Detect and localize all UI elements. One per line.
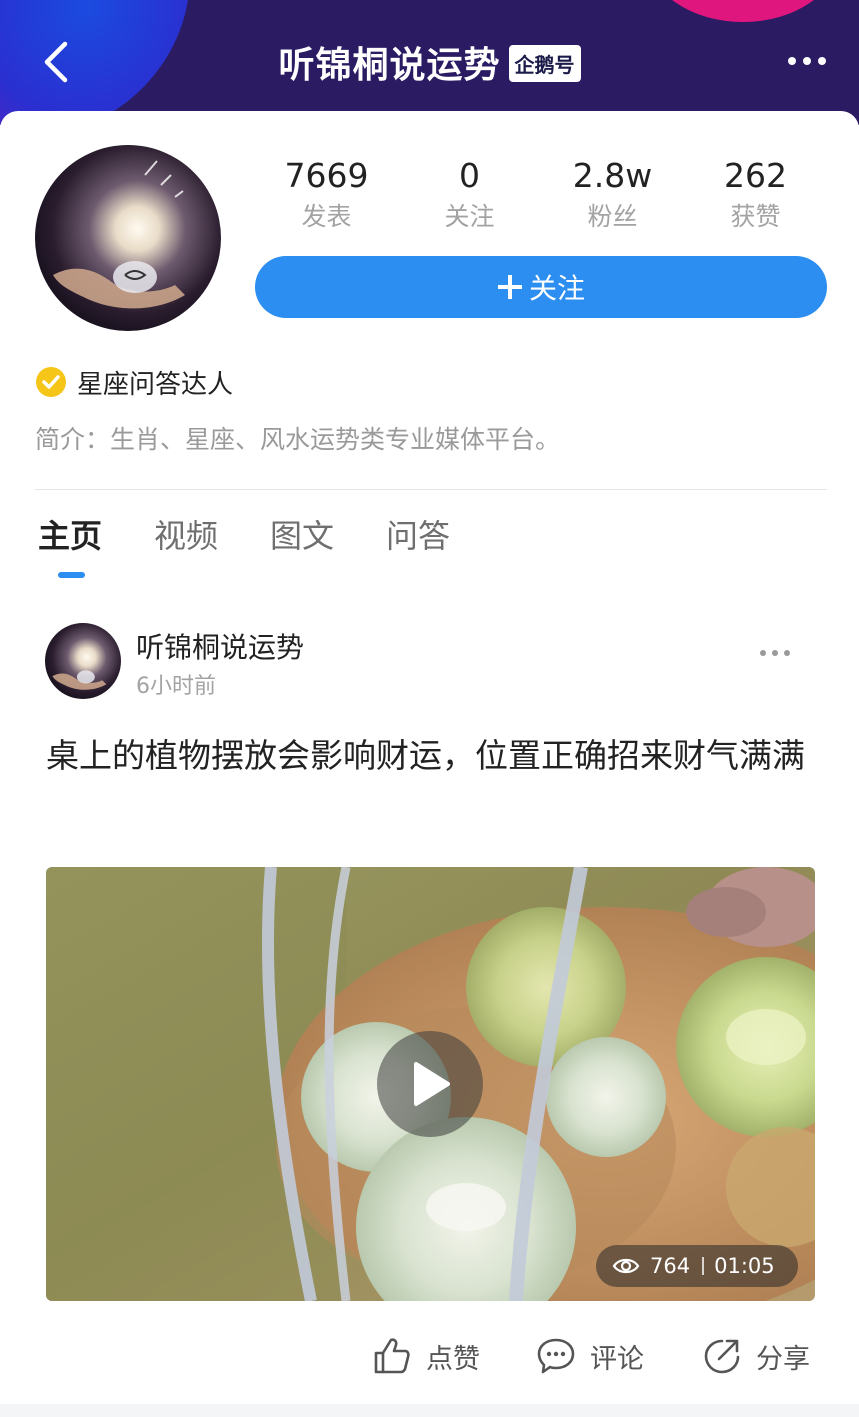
avatar-image <box>35 145 221 331</box>
bottom-strip <box>0 1404 859 1417</box>
more-dots-icon <box>788 57 826 65</box>
stat-likes[interactable]: 262 获赞 <box>684 155 827 245</box>
stat-label: 关注 <box>444 202 495 231</box>
play-icon <box>414 1062 450 1106</box>
header-decoration-right <box>648 0 838 22</box>
share-button[interactable]: 分享 <box>702 1330 810 1382</box>
stat-label: 发表 <box>301 202 352 231</box>
video-meta: 764 01:05 <box>596 1245 798 1287</box>
like-button[interactable]: 点赞 <box>372 1330 480 1382</box>
active-tab-indicator <box>58 572 85 578</box>
tab-home[interactable]: 主页 <box>38 510 102 562</box>
profile-avatar[interactable] <box>35 145 221 331</box>
follow-button[interactable]: 关注 <box>255 256 827 318</box>
share-label: 分享 <box>756 1343 810 1375</box>
meta-separator <box>702 1257 705 1275</box>
verification-row: 星座问答达人 <box>35 364 233 400</box>
comment-button[interactable]: 评论 <box>536 1330 644 1382</box>
more-dots-icon <box>760 650 790 656</box>
comment-icon <box>537 1338 575 1374</box>
post-more-button[interactable] <box>752 640 798 666</box>
stat-following[interactable]: 0 关注 <box>398 155 541 245</box>
stat-posts[interactable]: 7669 发表 <box>255 155 398 245</box>
play-button[interactable] <box>377 1031 483 1137</box>
more-options-button[interactable] <box>782 46 832 76</box>
follow-button-label: 关注 <box>528 272 585 305</box>
header-title-area: 听锦桐说运势 企鹅号 <box>0 36 859 88</box>
page-title: 听锦桐说运势 <box>278 45 501 86</box>
stat-value: 262 <box>724 156 787 195</box>
share-icon <box>704 1339 740 1374</box>
stat-label: 获赞 <box>730 202 781 231</box>
profile-intro: 简介：生肖、星座、风水运势类专业媒体平台。 <box>35 425 561 454</box>
post-timestamp: 6小时前 <box>136 674 216 699</box>
stat-value: 0 <box>459 156 480 195</box>
video-view-count: 764 <box>650 1254 691 1278</box>
stat-value: 2.8w <box>572 156 653 195</box>
profile-stats: 7669 发表 0 关注 2.8w 粉丝 262 获赞 <box>255 155 827 245</box>
stat-value: 7669 <box>284 156 369 195</box>
account-type-badge: 企鹅号 <box>508 44 581 82</box>
tab-articles[interactable]: 图文 <box>270 510 334 562</box>
verification-label: 星座问答达人 <box>77 369 234 400</box>
plus-icon <box>497 275 522 299</box>
tab-qa[interactable]: 问答 <box>386 510 450 562</box>
content-tabs: 主页 视频 图文 问答 <box>38 510 502 562</box>
stat-followers[interactable]: 2.8w 粉丝 <box>541 155 684 245</box>
post-actions: 点赞 评论 分享 <box>0 1330 859 1382</box>
video-thumbnail[interactable]: 764 01:05 <box>46 867 815 1301</box>
eye-icon <box>612 1258 640 1274</box>
post-author-name[interactable]: 听锦桐说运势 <box>136 626 304 666</box>
comment-label: 评论 <box>590 1343 644 1375</box>
thumbs-up-icon <box>374 1338 410 1374</box>
post-title[interactable]: 桌上的植物摆放会影响财运，位置正确招来财气满满 <box>46 726 826 786</box>
section-divider <box>35 489 827 490</box>
stat-label: 粉丝 <box>587 202 638 231</box>
post-author-avatar[interactable] <box>45 623 121 699</box>
verified-check-icon <box>36 367 66 397</box>
video-duration: 01:05 <box>714 1254 775 1278</box>
avatar-image <box>45 623 121 699</box>
like-label: 点赞 <box>426 1343 480 1375</box>
tab-video[interactable]: 视频 <box>154 510 218 562</box>
